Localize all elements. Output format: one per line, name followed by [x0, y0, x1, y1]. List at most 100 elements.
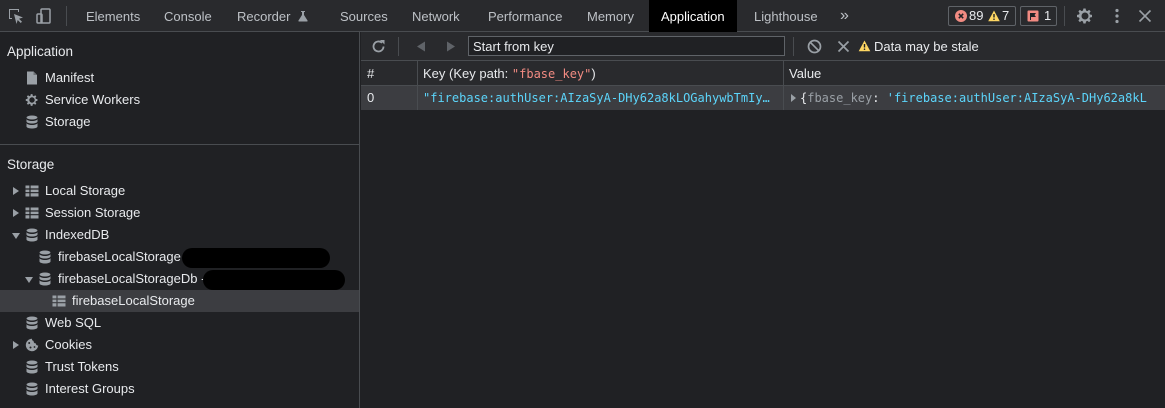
sidebar-item-label: firebaseLocalStorage [58, 249, 181, 264]
sidebar-item-label: Interest Groups [45, 381, 135, 396]
sidebar-item-firebaselocalstorage-db[interactable]: firebaseLocalStorage [0, 246, 359, 268]
expand-arrow-icon[interactable] [13, 187, 19, 195]
sidebar-item-label: Manifest [45, 70, 95, 85]
issues-button[interactable]: 1 [1020, 6, 1057, 26]
divider [66, 6, 67, 26]
sidebar-item-label: Service Workers [45, 92, 141, 107]
application-section-title: Application [7, 44, 74, 59]
sidebar-item-web-sql[interactable]: Web SQL [0, 312, 359, 334]
database-icon [26, 228, 38, 242]
divider [1064, 6, 1065, 26]
data-view-toolbar: Data may be stale [361, 32, 1165, 61]
expand-arrow-icon[interactable] [791, 94, 796, 102]
error-count: 89 [969, 8, 984, 23]
cookie-icon [25, 338, 39, 352]
delete-selected-icon[interactable] [837, 40, 850, 53]
error-icon [955, 10, 967, 22]
gear-icon [25, 94, 38, 106]
section-divider [0, 144, 359, 145]
database-icon [26, 382, 38, 396]
tab-recorder[interactable]: Recorder [237, 0, 309, 32]
issue-count: 1 [1044, 8, 1052, 23]
expand-arrow-icon[interactable] [13, 341, 19, 349]
divider [793, 37, 794, 56]
devtools-tabbar: Elements Console Recorder Sources Networ… [0, 0, 1165, 32]
row-index: 0 [367, 90, 375, 105]
storage-section-title: Storage [7, 157, 55, 172]
sidebar-item-label: IndexedDB [45, 227, 110, 242]
collapse-arrow-icon[interactable] [12, 233, 20, 239]
application-sidebar: Application Manifest Service Workers Sto… [0, 32, 360, 408]
flask-icon [298, 11, 308, 22]
sidebar-item-label: firebaseLocalStorage [72, 293, 195, 308]
expand-arrow-icon[interactable] [13, 209, 19, 217]
previous-page-icon[interactable] [416, 41, 426, 52]
tab-performance[interactable]: Performance [488, 0, 562, 32]
table-header: # Key (Key path: "fbase_key") Value [361, 61, 1165, 86]
sidebar-item-manifest[interactable]: Manifest [0, 67, 359, 89]
inspect-element-icon[interactable] [7, 7, 25, 25]
sidebar-item-label: Local Storage [45, 183, 126, 198]
database-icon [26, 115, 38, 129]
sidebar-item-object-store-firebaselocalstorage[interactable]: firebaseLocalStorage [0, 290, 359, 312]
key-header-prefix: Key (Key path: [423, 66, 512, 81]
value-colon: : [872, 91, 887, 105]
stale-data-notice: Data may be stale [874, 39, 979, 54]
sidebar-item-cookies[interactable]: Cookies [0, 334, 359, 356]
tab-lighthouse[interactable]: Lighthouse [754, 0, 818, 32]
sidebar-item-label: Storage [45, 114, 91, 129]
row-value[interactable]: {fbase_key: 'firebase:authUser:AIzaSyA-D… [789, 86, 1165, 110]
start-from-key-input[interactable] [468, 36, 785, 56]
sidebar-item-trust-tokens[interactable]: Trust Tokens [0, 356, 359, 378]
sidebar-item-label: Trust Tokens [45, 359, 119, 374]
redacted-origin [182, 248, 330, 268]
table-grid-icon [52, 295, 66, 307]
column-header-value[interactable]: Value [789, 61, 821, 86]
sidebar-item-label: Web SQL [45, 315, 102, 330]
table-grid-icon [25, 207, 39, 219]
column-header-index[interactable]: # [367, 61, 374, 86]
sidebar-item-indexeddb[interactable]: IndexedDB [0, 224, 359, 246]
more-options-icon[interactable] [1108, 7, 1126, 25]
issue-flag-icon [1027, 10, 1039, 22]
tab-memory[interactable]: Memory [587, 0, 634, 32]
close-devtools-icon[interactable] [1136, 7, 1154, 25]
database-icon [39, 272, 51, 286]
collapse-arrow-icon[interactable] [25, 277, 33, 283]
sidebar-item-local-storage[interactable]: Local Storage [0, 180, 359, 202]
sidebar-item-interest-groups[interactable]: Interest Groups [0, 378, 359, 400]
console-counts-button[interactable]: 89 7 [948, 6, 1016, 26]
indexeddb-data-view: Data may be stale # Key (Key path: "fbas… [361, 32, 1165, 408]
row-key: "firebase:authUser:AIzaSyA-DHy62a8kLOGah… [423, 91, 770, 105]
sidebar-item-service-workers[interactable]: Service Workers [0, 89, 359, 111]
tab-application[interactable]: Application [649, 0, 737, 32]
warning-icon [988, 10, 1000, 22]
refresh-icon[interactable] [371, 39, 386, 54]
divider [398, 37, 399, 56]
sidebar-item-firebaselocalstoragedb[interactable]: firebaseLocalStorageDb - [0, 268, 359, 290]
tab-sources[interactable]: Sources [340, 0, 388, 32]
sidebar-item-session-storage[interactable]: Session Storage [0, 202, 359, 224]
tab-console[interactable]: Console [164, 0, 212, 32]
key-path-value: "fbase_key" [511, 67, 592, 81]
table-grid-icon [25, 185, 39, 197]
tab-elements[interactable]: Elements [86, 0, 140, 32]
table-row[interactable]: 0 "firebase:authUser:AIzaSyA-DHy62a8kLOG… [361, 86, 1165, 110]
device-toolbar-icon[interactable] [35, 7, 53, 25]
file-icon [27, 71, 37, 85]
tab-network[interactable]: Network [412, 0, 460, 32]
database-icon [26, 360, 38, 374]
tab-recorder-label: Recorder [237, 9, 291, 24]
settings-gear-icon[interactable] [1076, 7, 1094, 25]
database-icon [39, 250, 51, 264]
column-header-key[interactable]: Key (Key path: "fbase_key") [423, 61, 596, 86]
column-divider [783, 86, 784, 110]
column-divider [417, 86, 418, 110]
sidebar-item-storage[interactable]: Storage [0, 111, 359, 133]
next-page-icon[interactable] [446, 41, 456, 52]
sidebar-item-label: Session Storage [45, 205, 141, 220]
more-tabs-button[interactable]: » [840, 0, 849, 32]
clear-object-store-icon[interactable] [807, 39, 822, 54]
redacted-origin [203, 270, 345, 290]
value-prop-string: 'firebase:authUser:AIzaSyA-DHy62a8kL [886, 91, 1147, 105]
